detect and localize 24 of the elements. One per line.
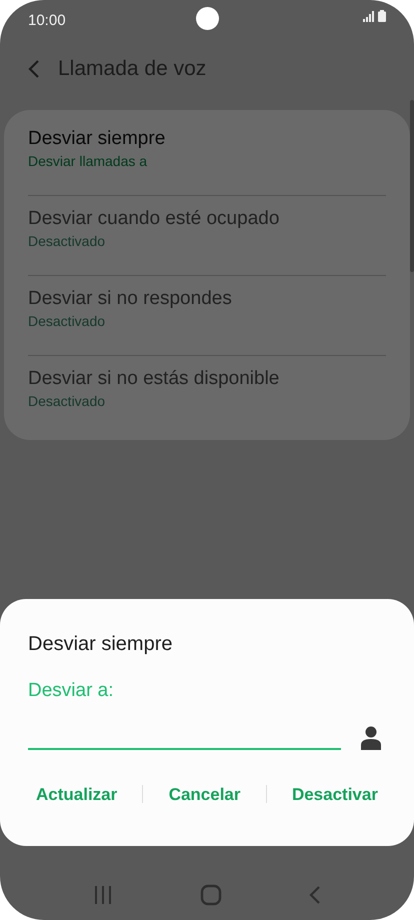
dialog-button[interactable]: Actualizar: [28, 778, 126, 811]
signal-icon: [363, 10, 374, 22]
person-icon[interactable]: [361, 726, 381, 750]
setting-subtitle: Desactivado: [28, 392, 106, 410]
setting-title: Desviar siempre: [28, 127, 166, 151]
battery-icon: [378, 10, 386, 22]
setting-subtitle: Desactivado: [28, 232, 106, 250]
setting-subtitle: Desviar llamadas a: [28, 152, 148, 170]
screen-title: Llamada de voz: [58, 56, 206, 82]
status-time: 10:00: [28, 11, 66, 31]
setting-title: Desviar si no respondes: [28, 287, 233, 311]
dialog-button[interactable]: Desactivar: [284, 778, 386, 811]
field-label: Desviar a:: [28, 679, 115, 703]
dialog-button[interactable]: Cancelar: [160, 778, 249, 811]
setting-subtitle: Desactivado: [28, 312, 106, 330]
setting-title: Desviar si no estás disponible: [28, 367, 280, 391]
camera-cutout: [196, 7, 219, 30]
setting-title: Desviar cuando esté ocupado: [28, 207, 280, 231]
back-icon[interactable]: [308, 885, 321, 905]
back-icon[interactable]: [28, 60, 40, 78]
home-icon[interactable]: [200, 884, 222, 906]
recent-apps-icon[interactable]: [93, 885, 114, 905]
dialog-title: Desviar siempre: [28, 632, 174, 657]
settings-item[interactable]: Desviar siempre Desviar llamadas a: [28, 116, 386, 196]
